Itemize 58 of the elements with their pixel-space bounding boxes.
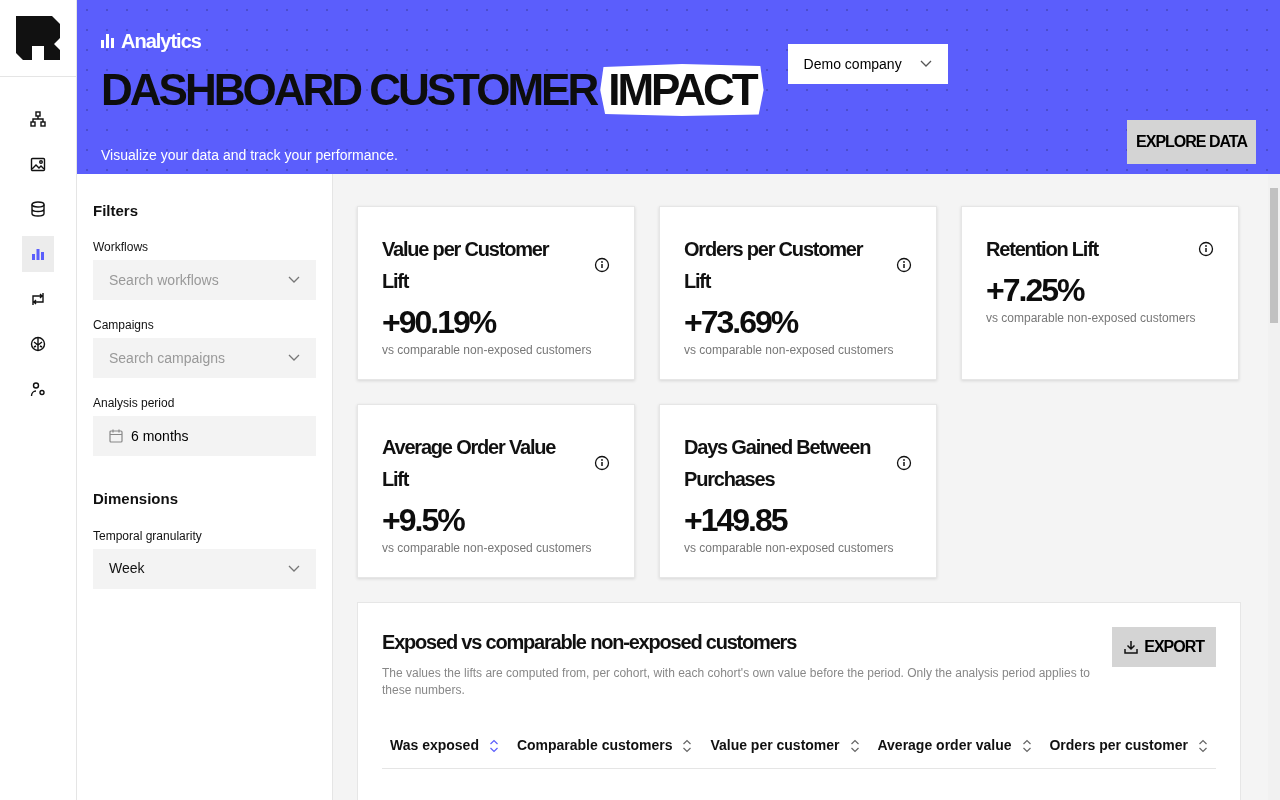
- calendar-icon: [109, 429, 123, 444]
- repeat-icon: [30, 291, 46, 307]
- kpi-note: vs comparable non-exposed customers: [684, 342, 895, 360]
- table-title: Exposed vs comparable non-exposed customers: [382, 630, 798, 656]
- kpi-value: +7.25%: [986, 270, 1085, 310]
- download-icon: [1124, 640, 1139, 655]
- image-icon: [30, 156, 46, 172]
- chevron-down-icon: [288, 354, 300, 363]
- company-select[interactable]: Demo company: [787, 44, 948, 84]
- kpi-note: vs comparable non-exposed customers: [382, 540, 593, 558]
- kpi-note: vs comparable non-exposed customers: [986, 310, 1197, 328]
- kpi-title: Retention Lift: [986, 236, 1099, 262]
- subtitle: Visualize your data and track your performance.: [101, 146, 398, 165]
- column-header[interactable]: Was exposed: [382, 723, 507, 769]
- section-heading: Dimensions: [93, 489, 180, 510]
- kpi-title: Value per Customer Lift: [382, 236, 550, 294]
- kpi-value: +73.69%: [684, 302, 799, 342]
- column-header[interactable]: Value per customer: [702, 723, 868, 769]
- brain-icon: [30, 336, 46, 352]
- kpi-value: +149.85: [684, 501, 789, 540]
- field-label: Campaigns: [93, 317, 155, 335]
- table-description: The values the lifts are computed from, per cohort, with each cohort's own value before the period. Only the analysis period applies to these numbers.: [382, 665, 1091, 700]
- user-settings-icon: [30, 381, 46, 397]
- chevron-down-icon: [288, 564, 300, 573]
- info-icon[interactable]: [896, 256, 912, 273]
- field-label: Analysis period: [93, 395, 176, 413]
- info-icon[interactable]: [594, 256, 610, 273]
- select-field[interactable]: Week: [93, 548, 316, 589]
- page-title: DASHBOARD CUSTOMER: [101, 64, 597, 116]
- explore-data-button[interactable]: EXPLORE DATA: [1127, 120, 1256, 164]
- logo-icon: [16, 16, 60, 60]
- chevron-down-icon: [288, 276, 300, 285]
- kpi-note: vs comparable non-exposed customers: [684, 540, 895, 558]
- hierarchy-icon: [30, 111, 46, 127]
- kpi-title: Average Order Value Lift: [382, 435, 557, 493]
- bar-chart-icon: [30, 246, 46, 262]
- info-icon[interactable]: [594, 455, 610, 472]
- scrollbar-thumb[interactable]: [1270, 187, 1278, 323]
- kpi-value: +9.5%: [382, 501, 466, 540]
- kpi-title: Days Gained Between Purchases: [684, 435, 872, 493]
- section-title: Analytics: [101, 26, 201, 56]
- highlighted-title: IMPACT: [600, 64, 764, 116]
- kpi-value: +90.19%: [382, 302, 497, 342]
- export-button[interactable]: EXPORT: [1112, 627, 1216, 668]
- kpi-note: vs comparable non-exposed customers: [382, 342, 593, 360]
- kpi-title: Orders per Customer Lift: [684, 236, 864, 294]
- date-field[interactable]: 6 months: [93, 416, 316, 457]
- info-icon[interactable]: [1198, 240, 1214, 257]
- section-heading: Filters: [93, 200, 139, 221]
- column-header[interactable]: Comparable customers: [508, 723, 701, 769]
- database-icon: [30, 201, 46, 217]
- field-label: Workflows: [93, 239, 150, 257]
- field-label: Temporal granularity: [93, 527, 203, 545]
- column-header[interactable]: Average order value: [869, 723, 1040, 769]
- column-header[interactable]: Orders per customer: [1041, 723, 1216, 769]
- bar-chart-icon: [101, 34, 115, 48]
- info-icon[interactable]: [896, 455, 912, 472]
- chevron-down-icon: [919, 60, 932, 68]
